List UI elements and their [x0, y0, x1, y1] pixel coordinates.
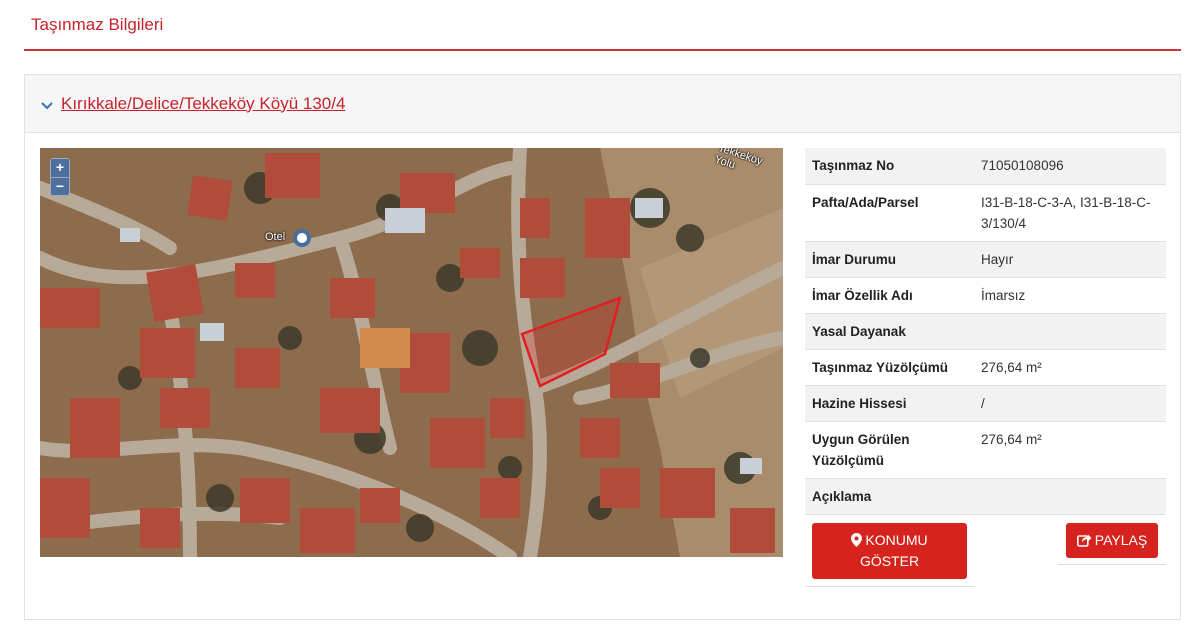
info-value: I31-B-18-C-3-A, I31-B-18-C-3/130/4	[981, 195, 1151, 231]
map-marker-icon	[851, 533, 863, 547]
satellite-imagery	[40, 148, 783, 557]
info-row: İmar Durumu Hayır	[805, 242, 1166, 278]
info-row: Açıklama	[805, 479, 1166, 515]
info-value: 71050108096	[981, 158, 1064, 173]
info-key: İmar Özellik Adı	[812, 288, 913, 303]
show-location-label-line1: KONUMU	[865, 532, 928, 548]
title-divider	[24, 49, 1181, 51]
info-row: İmar Özellik Adı İmarsız	[805, 278, 1166, 314]
info-key: Hazine Hissesi	[812, 396, 907, 411]
zoom-control: + −	[50, 158, 70, 196]
info-value	[975, 486, 1165, 507]
info-value	[975, 321, 1165, 342]
parcel-map[interactable]: + − Otel Tekkeköy Yolu	[40, 148, 783, 557]
share-button[interactable]: PAYLAŞ	[1066, 523, 1158, 558]
info-row: Taşınmaz No 71050108096	[805, 148, 1166, 185]
info-value: 276,64 m²	[981, 360, 1042, 375]
info-value: İmarsız	[981, 288, 1026, 303]
info-key: Yasal Dayanak	[812, 324, 906, 339]
info-value: 276,64 m²	[981, 432, 1042, 447]
info-row: Taşınmaz Yüzölçümü 276,64 m²	[805, 350, 1166, 386]
share-icon	[1076, 534, 1092, 547]
info-key: Açıklama	[812, 489, 872, 504]
action-row: KONUMU GÖSTER PAYLAŞ	[805, 515, 1166, 593]
zoom-out-button[interactable]: −	[51, 177, 69, 195]
property-card-header[interactable]: Kırıkkale/Delice/Tekkeköy Köyü 130/4	[25, 75, 1180, 133]
info-key: Taşınmaz Yüzölçümü	[812, 360, 949, 375]
page-title: Taşınmaz Bilgileri	[31, 15, 164, 34]
info-value: Hayır	[981, 252, 1014, 267]
info-value: /	[981, 396, 985, 411]
info-key: İmar Durumu	[812, 252, 897, 267]
info-key: Pafta/Ada/Parsel	[812, 195, 919, 210]
property-card: Kırıkkale/Delice/Tekkeköy Köyü 130/4 + −…	[24, 74, 1181, 620]
show-location-button[interactable]: KONUMU GÖSTER	[812, 523, 967, 579]
property-location-link[interactable]: Kırıkkale/Delice/Tekkeköy Köyü 130/4	[61, 94, 345, 114]
info-row: Yasal Dayanak	[805, 314, 1166, 350]
info-row: Pafta/Ada/Parsel I31-B-18-C-3-A, I31-B-1…	[805, 185, 1166, 242]
chevron-down-icon[interactable]	[40, 99, 54, 113]
info-key: Taşınmaz No	[812, 158, 895, 173]
action-cell: PAYLAŞ	[1058, 515, 1166, 565]
zoom-in-button[interactable]: +	[51, 159, 69, 177]
show-location-label-line2: GÖSTER	[859, 553, 920, 569]
map-label-otel: Otel	[265, 231, 286, 243]
action-cell: KONUMU GÖSTER	[805, 515, 975, 587]
property-info-table: Taşınmaz No 71050108096 Pafta/Ada/Parsel…	[805, 148, 1166, 593]
share-label: PAYLAŞ	[1094, 532, 1148, 548]
info-row: Hazine Hissesi /	[805, 386, 1166, 422]
info-key: Uygun Görülen Yüzölçümü	[812, 432, 910, 468]
hotel-marker-icon[interactable]	[293, 229, 311, 247]
info-row: Uygun Görülen Yüzölçümü 276,64 m²	[805, 422, 1166, 479]
